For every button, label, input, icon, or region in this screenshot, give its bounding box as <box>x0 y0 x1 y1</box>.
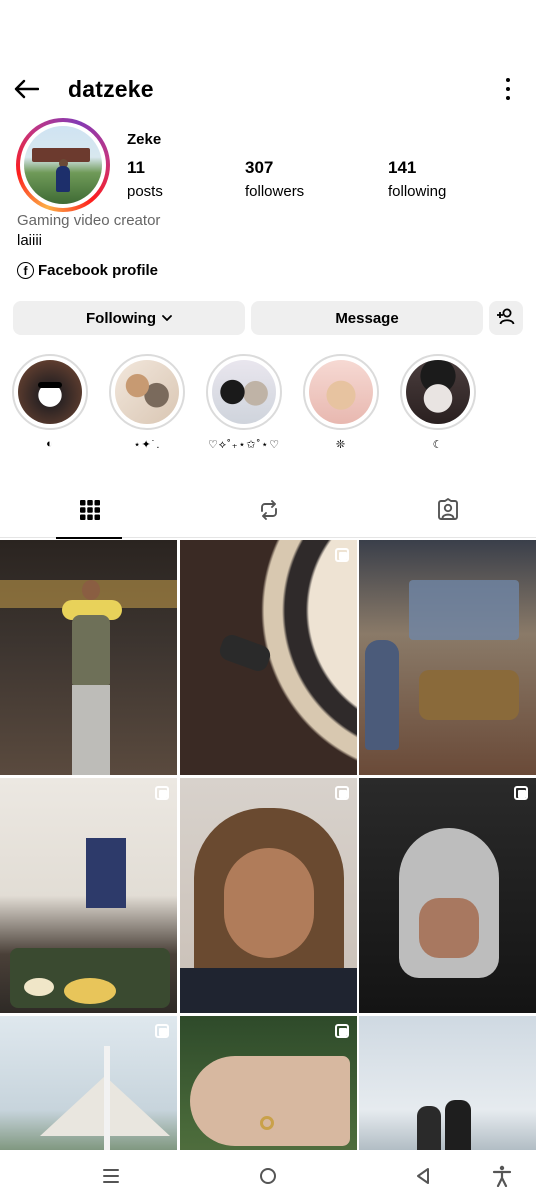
post-thumbnail[interactable] <box>180 778 357 1013</box>
following-label: following <box>388 183 447 200</box>
highlight-cover <box>309 360 373 424</box>
highlight-caption: ♡⟡˚₊⋆✩˚⋆♡ <box>207 439 281 451</box>
tab-reposts[interactable] <box>179 486 358 538</box>
highlight-cover <box>18 360 82 424</box>
system-nav-bar <box>0 1150 536 1200</box>
highlight-caption: ◐ <box>46 438 54 450</box>
back-icon[interactable] <box>411 1164 435 1188</box>
profile-tabs <box>0 486 536 539</box>
carousel-icon <box>335 1024 349 1038</box>
post-thumbnail[interactable] <box>180 1016 357 1150</box>
suggest-people-button[interactable] <box>489 301 523 335</box>
carousel-icon <box>514 786 528 800</box>
followers-stat[interactable]: 307 followers <box>245 158 304 200</box>
profile-avatar[interactable] <box>16 118 110 212</box>
more-options-icon[interactable] <box>504 78 512 100</box>
post-thumbnail[interactable] <box>0 540 177 775</box>
carousel-icon <box>335 786 349 800</box>
bio-text: laiiii <box>17 232 43 249</box>
recents-icon[interactable] <box>99 1164 123 1188</box>
post-thumbnail[interactable] <box>359 540 536 775</box>
post-thumbnail[interactable] <box>359 1016 536 1150</box>
posts-stat[interactable]: 11 posts <box>127 158 163 200</box>
posts-count: 11 <box>127 158 145 177</box>
chevron-down-icon <box>162 312 172 324</box>
facebook-icon: f <box>17 262 34 279</box>
posts-label: posts <box>127 183 163 200</box>
add-person-icon <box>496 307 516 329</box>
highlight-item[interactable]: ◐ <box>11 354 89 450</box>
message-button[interactable]: Message <box>251 301 483 335</box>
highlight-caption: ❊ <box>335 439 347 451</box>
carousel-icon <box>335 548 349 562</box>
accessibility-icon[interactable] <box>490 1164 514 1188</box>
message-button-label: Message <box>335 309 399 327</box>
tab-posts-grid[interactable] <box>0 486 179 539</box>
following-stat[interactable]: 141 following <box>388 158 446 200</box>
highlight-caption: ⋆✦˙. <box>133 439 161 451</box>
following-count: 141 <box>388 158 417 177</box>
avatar-photo <box>24 126 102 204</box>
facebook-profile-label: Facebook profile <box>38 262 159 279</box>
story-highlights: ◐ ⋆✦˙. ♡⟡˚₊⋆✩˚⋆♡ ❊ ☾ <box>0 354 536 454</box>
post-thumbnail[interactable] <box>359 778 536 1013</box>
highlight-cover <box>406 360 470 424</box>
following-button[interactable]: Following <box>13 301 245 335</box>
carousel-icon <box>155 1024 169 1038</box>
home-icon[interactable] <box>256 1164 280 1188</box>
highlight-item[interactable]: ⋆✦˙. <box>108 354 186 451</box>
highlight-item[interactable]: ♡⟡˚₊⋆✩˚⋆♡ <box>205 354 283 452</box>
grid-icon <box>79 499 101 526</box>
back-arrow-icon[interactable] <box>12 76 40 102</box>
tagged-person-icon <box>436 497 460 527</box>
carousel-icon <box>155 786 169 800</box>
top-bar: datzeke <box>0 60 536 118</box>
posts-grid <box>0 540 536 1150</box>
post-thumbnail[interactable] <box>0 1016 177 1150</box>
highlight-cover <box>212 360 276 424</box>
post-thumbnail[interactable] <box>180 540 357 775</box>
highlight-item[interactable]: ☾ <box>399 354 477 451</box>
active-tab-indicator <box>56 537 122 539</box>
followers-label: followers <box>245 183 305 200</box>
post-thumbnail[interactable] <box>0 778 177 1013</box>
profile-full-name: Zeke <box>127 131 162 148</box>
repost-icon <box>257 498 281 527</box>
following-button-label: Following <box>86 309 156 327</box>
profile-username: datzeke <box>68 76 154 102</box>
followers-count: 307 <box>245 158 274 177</box>
bio-category: Gaming video creator <box>17 212 161 229</box>
highlight-item[interactable]: ❊ <box>302 354 380 451</box>
facebook-profile-link[interactable]: f Facebook profile <box>17 262 158 279</box>
highlight-caption: ☾ <box>432 439 444 451</box>
tab-tagged[interactable] <box>358 486 536 538</box>
highlight-cover <box>115 360 179 424</box>
